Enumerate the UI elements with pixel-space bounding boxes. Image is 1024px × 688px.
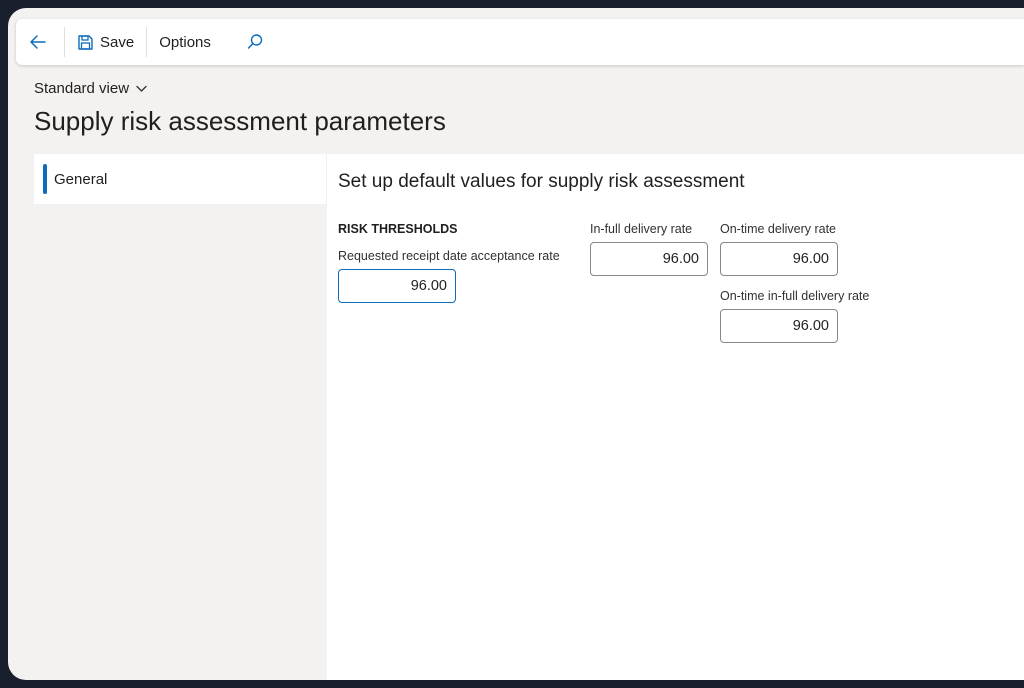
save-label: Save bbox=[100, 33, 135, 51]
save-button[interactable]: Save bbox=[65, 19, 146, 65]
floppy-disk-icon bbox=[78, 34, 93, 50]
arrow-left-icon bbox=[30, 35, 46, 49]
search-icon bbox=[247, 34, 263, 49]
on-time-rate-input[interactable] bbox=[720, 242, 838, 276]
search-button[interactable] bbox=[237, 19, 273, 65]
risk-thresholds-header: RISK THRESHOLDS bbox=[338, 222, 458, 236]
options-label: Options bbox=[159, 33, 211, 51]
general-panel: Set up default values for supply risk as… bbox=[327, 154, 1024, 680]
view-selector[interactable]: Standard view bbox=[34, 80, 148, 97]
view-label: Standard view bbox=[34, 80, 130, 97]
requested-receipt-label: Requested receipt date acceptance rate bbox=[338, 249, 560, 263]
section-title: Set up default values for supply risk as… bbox=[338, 171, 745, 192]
tab-general-label: General bbox=[54, 170, 108, 188]
chevron-down-icon bbox=[136, 85, 147, 92]
on-time-rate-label: On-time delivery rate bbox=[720, 222, 837, 236]
action-pane: Save Options bbox=[16, 19, 1024, 65]
requested-receipt-rate-input[interactable] bbox=[338, 269, 456, 303]
options-button[interactable]: Options bbox=[147, 19, 223, 65]
in-full-rate-label: In-full delivery rate bbox=[590, 222, 693, 236]
selection-indicator bbox=[43, 164, 47, 194]
page-title: Supply risk assessment parameters bbox=[34, 106, 446, 136]
on-time-in-full-rate-input[interactable] bbox=[720, 309, 838, 343]
app-window: Save Options Standard view Supply risk a… bbox=[8, 8, 1024, 680]
tab-navigation: General bbox=[34, 154, 326, 680]
back-button[interactable] bbox=[20, 19, 56, 65]
on-time-in-full-rate-label: On-time in-full delivery rate bbox=[720, 289, 870, 303]
in-full-rate-input[interactable] bbox=[590, 242, 708, 276]
tab-general[interactable]: General bbox=[34, 154, 326, 204]
